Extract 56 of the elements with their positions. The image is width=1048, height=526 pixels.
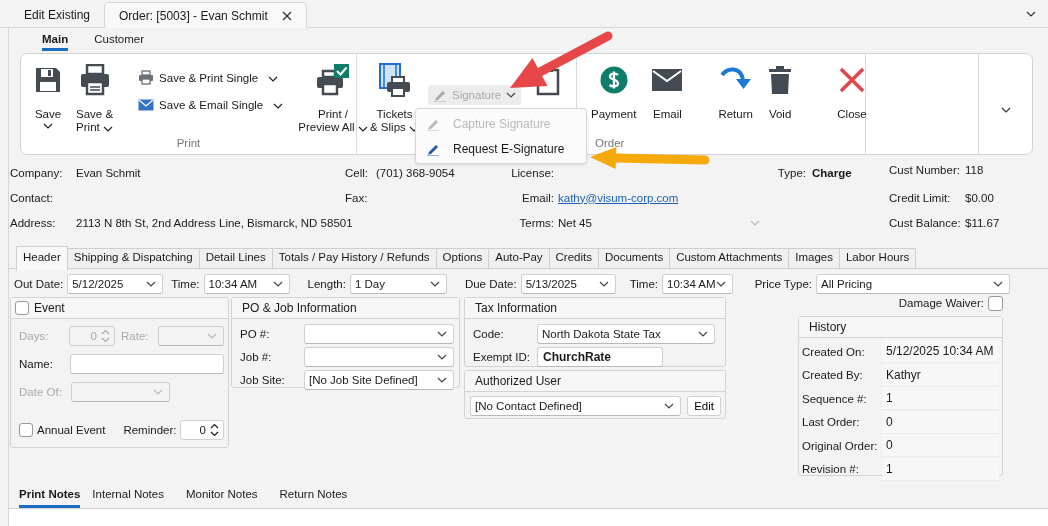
field-label: Created On:: [802, 345, 866, 358]
checkbox-label: Annual Event: [37, 424, 106, 436]
field-value: 1: [882, 457, 999, 481]
field-value: Kathyr: [882, 363, 999, 387]
field-label: Reminder:: [123, 424, 177, 436]
field-value: $0.00: [965, 191, 995, 204]
field-label: Fax:: [345, 191, 369, 204]
field-label: Cust Balance:: [889, 216, 962, 229]
field-value: $11.67: [965, 216, 1001, 229]
panel-title: History: [808, 320, 847, 334]
field-label: Company:: [10, 166, 64, 179]
field-label: Address:: [10, 216, 57, 229]
field-label: PO #:: [240, 327, 271, 340]
field-label: Days:: [19, 330, 50, 342]
field-label: Cell:: [345, 166, 369, 179]
field-label: Cust Number:: [889, 164, 961, 176]
field-label: Created By:: [802, 369, 864, 382]
field-label: Out Date:: [14, 277, 64, 290]
field-value: 5/12/2025 10:34 AM: [882, 340, 999, 364]
field-label: Contact:: [10, 191, 54, 204]
field-value: 0: [882, 434, 999, 458]
field-label: Length:: [307, 277, 346, 290]
field-label: Type:: [776, 166, 807, 179]
panel-title: Authorized User: [474, 374, 562, 388]
field-value: 118: [965, 164, 985, 176]
field-label: Sequence #:: [802, 392, 868, 405]
field-label: Revision #:: [802, 463, 860, 476]
field-label: Last Order:: [802, 416, 861, 429]
field-label: Original Order:: [802, 439, 879, 452]
field-label: Time:: [171, 277, 200, 290]
field-label: Exempt ID:: [473, 350, 531, 363]
field-label: License:: [510, 166, 555, 179]
field-label: Terms:: [518, 216, 555, 229]
field-label: Job Site:: [240, 373, 286, 386]
field-value: Evan Schmit: [76, 166, 142, 179]
field-label: Code:: [473, 327, 505, 340]
field-value: 1: [882, 387, 999, 411]
field-value: 0: [882, 410, 999, 434]
checkbox-label: Damage Waiver:: [898, 297, 984, 309]
field-label: Due Date:: [464, 277, 517, 290]
field-value: (701) 368-9054: [376, 166, 456, 179]
field-value: 2113 N 8th St, 2nd Address Line, Bismarck, ND 58501: [76, 216, 354, 229]
field-label: Rate:: [121, 330, 150, 342]
field-label: Job #:: [240, 350, 273, 363]
field-label: Credit Limit:: [889, 191, 952, 204]
field-label: Email:: [521, 191, 555, 204]
panel-title: Event: [34, 301, 65, 315]
field-label: Name:: [19, 358, 54, 370]
panel-title: Tax Information: [474, 301, 558, 315]
field-label: Time:: [629, 277, 659, 290]
group-label: Order: [594, 137, 626, 151]
panel-title: PO & Job Information: [241, 301, 357, 315]
field-value: Charge: [811, 166, 853, 179]
field-label: Price Type:: [754, 277, 812, 290]
group-label: Print: [175, 137, 202, 151]
field-label: Date Of:: [19, 386, 63, 398]
